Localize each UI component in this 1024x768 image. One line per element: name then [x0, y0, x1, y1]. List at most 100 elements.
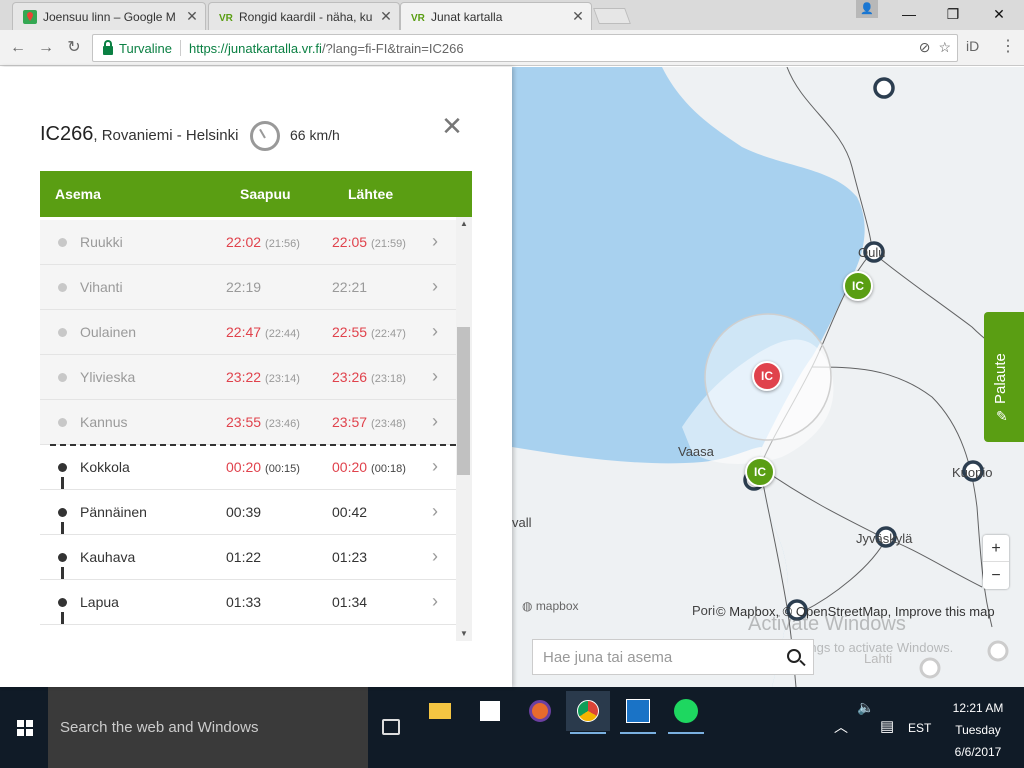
arrival-time: 22:19	[226, 279, 262, 295]
timetable-scrollbar[interactable]: ▲ ▼	[456, 217, 472, 641]
timetable-row[interactable]: Lapua 01:33 01:34 ›	[40, 580, 456, 625]
station-name: Ruukki	[80, 234, 123, 250]
arrival-scheduled: (23:14)	[265, 373, 300, 385]
chevron-right-icon[interactable]: ›	[432, 456, 438, 477]
station-name: Kokkola	[80, 459, 130, 475]
lock-icon	[103, 39, 113, 55]
taskbar-search-input[interactable]: Search the web and Windows	[48, 687, 368, 768]
train-badge-north[interactable]: IC	[843, 271, 873, 301]
new-tab-button[interactable]	[593, 8, 631, 24]
feedback-button[interactable]: Palaute ✎	[984, 312, 1024, 442]
tab-close-icon[interactable]: ✕	[185, 8, 199, 25]
chevron-right-icon[interactable]: ›	[432, 501, 438, 522]
timetable-row[interactable]: Ylivieska 23:22 (23:14) 23:26 (23:18) ›	[40, 355, 456, 400]
scrollbar-thumb[interactable]	[457, 327, 470, 475]
arrival-scheduled: (21:56)	[265, 238, 300, 250]
file-explorer-icon[interactable]	[418, 691, 462, 731]
maximize-icon[interactable]: ❐	[930, 0, 976, 28]
train-speed: 66 km/h	[290, 127, 340, 143]
close-window-icon[interactable]: ✕	[976, 0, 1022, 28]
zoom-in-button[interactable]: +	[983, 535, 1009, 562]
profile-icon[interactable]: 👤	[856, 0, 878, 18]
timetable-body[interactable]: Ruukki 22:02 (21:56) 22:05 (21:59) › Vihanti 22…	[40, 217, 456, 641]
tab-close-icon[interactable]: ✕	[379, 8, 393, 25]
city-label-pori: Pori	[692, 603, 716, 618]
location-blocked-icon[interactable]: ⊘	[919, 39, 931, 56]
chevron-right-icon[interactable]: ›	[432, 366, 438, 387]
train-info-panel: IC266, Rovaniemi - Helsinki 66 km/h ✕ As…	[0, 67, 512, 687]
chevron-right-icon[interactable]: ›	[432, 231, 438, 252]
stop-dot-icon	[58, 418, 67, 427]
train-badge-south[interactable]: IC	[745, 457, 775, 487]
arrival-time: 22:47	[226, 324, 262, 340]
departure-time: 22:21	[332, 279, 368, 295]
search-icon[interactable]	[787, 649, 801, 663]
timetable-row[interactable]: Oulainen 22:47 (22:44) 22:55 (22:47) ›	[40, 310, 456, 355]
extension-id-icon[interactable]: iD	[966, 38, 979, 54]
station-name: Kauhava	[80, 549, 136, 565]
feedback-label: Palaute	[992, 353, 1009, 404]
tab-strip: Joensuu linn – Google M ✕ VR Rongid kaar…	[0, 0, 1024, 30]
zoom-out-button[interactable]: −	[983, 562, 1009, 589]
minimize-icon[interactable]: —	[886, 0, 932, 28]
taskbar-clock[interactable]: 12:21 AM Tuesday 6/6/2017	[940, 697, 1016, 763]
close-panel-icon[interactable]: ✕	[440, 111, 464, 142]
city-label-vall: vall	[512, 515, 532, 530]
volume-icon[interactable]: 🔈	[857, 699, 874, 716]
departure-time: 00:20	[332, 459, 368, 475]
column-station: Asema	[55, 186, 101, 202]
timetable-row[interactable]: Kokkola 00:20 (00:15) 00:20 (00:18) ›	[40, 445, 456, 490]
arrival-scheduled: (22:44)	[265, 328, 300, 340]
chevron-right-icon[interactable]: ›	[432, 276, 438, 297]
departure-scheduled: (00:18)	[371, 463, 406, 475]
show-hidden-icons[interactable]: ︿	[834, 717, 848, 737]
map-search-input[interactable]: Hae juna tai asema	[532, 639, 814, 675]
forward-icon[interactable]: →	[36, 38, 56, 58]
arrival-time: 23:22	[226, 369, 262, 385]
timetable-row[interactable]: Kannus 23:55 (23:46) 23:57 (23:48) ›	[40, 400, 456, 445]
departure-scheduled: (21:59)	[371, 238, 406, 250]
firefox-icon[interactable]	[518, 691, 562, 731]
chrome-icon[interactable]	[566, 691, 610, 734]
timetable-row[interactable]: Kauhava 01:22 01:23 ›	[40, 535, 456, 580]
chevron-right-icon[interactable]: ›	[432, 321, 438, 342]
tab-google-maps[interactable]: Joensuu linn – Google M ✕	[12, 2, 206, 30]
mapbox-logo[interactable]: ◍ mapbox	[522, 599, 579, 613]
scroll-up-arrow-icon[interactable]: ▲	[456, 217, 472, 231]
station-name: Ylivieska	[80, 369, 136, 385]
menu-icon[interactable]: ⋮	[1000, 36, 1016, 56]
back-icon[interactable]: ←	[8, 38, 28, 58]
chevron-right-icon[interactable]: ›	[432, 411, 438, 432]
chevron-right-icon[interactable]: ›	[432, 546, 438, 567]
action-center-icon[interactable]: ▤	[880, 717, 894, 735]
language-indicator[interactable]: EST	[908, 721, 931, 735]
timetable-row[interactable]: Ruukki 22:02 (21:56) 22:05 (21:59) ›	[40, 220, 456, 265]
elisa-icon[interactable]	[616, 691, 660, 734]
spotify-icon[interactable]	[664, 691, 708, 734]
windows-logo-icon	[17, 720, 33, 736]
store-icon[interactable]	[468, 691, 512, 731]
bookmark-star-icon[interactable]: ☆	[938, 39, 951, 56]
arrival-time: 00:20	[226, 459, 262, 475]
stop-dot-icon	[58, 328, 67, 337]
tab-title: Junat kartalla	[431, 9, 503, 24]
station-marker	[919, 657, 941, 679]
address-bar[interactable]: Turvaline https://junatkartalla.vr.fi/?l…	[92, 34, 958, 62]
city-label-oulu: Oulu	[858, 245, 886, 260]
tab-rongid[interactable]: VR Rongid kaardil - näha, ku ✕	[208, 2, 400, 30]
route-segment	[61, 612, 64, 624]
train-badge-selected[interactable]: IC	[752, 361, 782, 391]
chevron-right-icon[interactable]: ›	[432, 591, 438, 612]
scroll-down-arrow-icon[interactable]: ▼	[456, 627, 472, 641]
reload-icon[interactable]: ↻	[64, 38, 84, 58]
tab-title: Joensuu linn – Google M	[43, 9, 176, 24]
timetable-row[interactable]: Vihanti 22:19 22:21 ›	[40, 265, 456, 310]
tab-title: Rongid kaardil - näha, ku	[239, 9, 373, 24]
task-view-icon[interactable]	[382, 719, 400, 735]
map-view[interactable]: IC IC IC Vaasa Kuopio Jyväskylä Oulu val…	[512, 67, 1024, 687]
tab-junat-kartalla[interactable]: VR Junat kartalla ✕	[400, 2, 592, 30]
start-button[interactable]	[0, 687, 48, 768]
tab-close-icon[interactable]: ✕	[571, 8, 585, 25]
column-departure: Lähtee	[348, 186, 394, 202]
timetable-row[interactable]: Pännäinen 00:39 00:42 ›	[40, 490, 456, 535]
